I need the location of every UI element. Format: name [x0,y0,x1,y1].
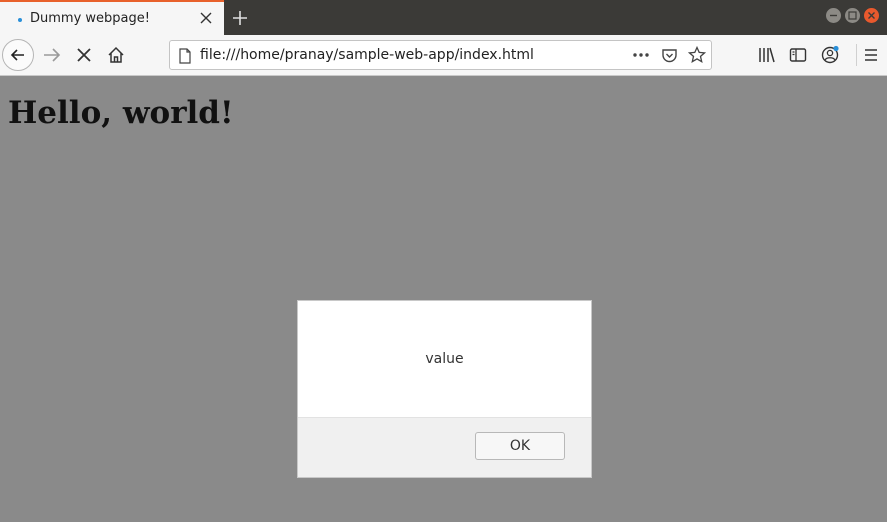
dialog-footer: OK [298,417,591,477]
home-icon[interactable] [106,45,126,65]
close-window-button[interactable] [864,8,879,23]
forward-arrow-icon[interactable] [42,45,62,65]
tab-dummy-webpage[interactable]: Dummy webpage! [0,0,224,35]
account-icon[interactable] [820,45,840,65]
alert-dialog: value OK [297,300,592,478]
dialog-message: value [425,351,464,367]
sidebar-icon[interactable] [788,45,808,65]
more-icon[interactable] [632,51,650,59]
toolbar-separator [856,44,857,66]
menu-icon[interactable] [861,45,881,65]
url-text: file:///home/pranay/sample-web-app/index… [200,47,534,63]
loading-indicator-icon [18,18,22,22]
page-icon [179,48,191,64]
ok-button[interactable]: OK [475,432,565,460]
plus-icon[interactable] [230,8,250,28]
stop-icon[interactable] [74,45,94,65]
star-icon[interactable] [688,46,706,64]
minimize-button[interactable] [826,8,841,23]
tab-strip: Dummy webpage! [0,0,887,35]
maximize-button[interactable] [845,8,860,23]
back-button[interactable] [2,39,34,71]
tab-title: Dummy webpage! [30,11,150,26]
close-icon[interactable] [198,10,214,26]
url-bar[interactable]: file:///home/pranay/sample-web-app/index… [169,40,712,70]
navigation-toolbar: file:///home/pranay/sample-web-app/index… [0,35,887,76]
back-arrow-icon [10,49,24,61]
library-icon[interactable] [757,45,777,65]
page-heading: Hello, world! [8,95,234,131]
pocket-icon[interactable] [661,47,678,64]
